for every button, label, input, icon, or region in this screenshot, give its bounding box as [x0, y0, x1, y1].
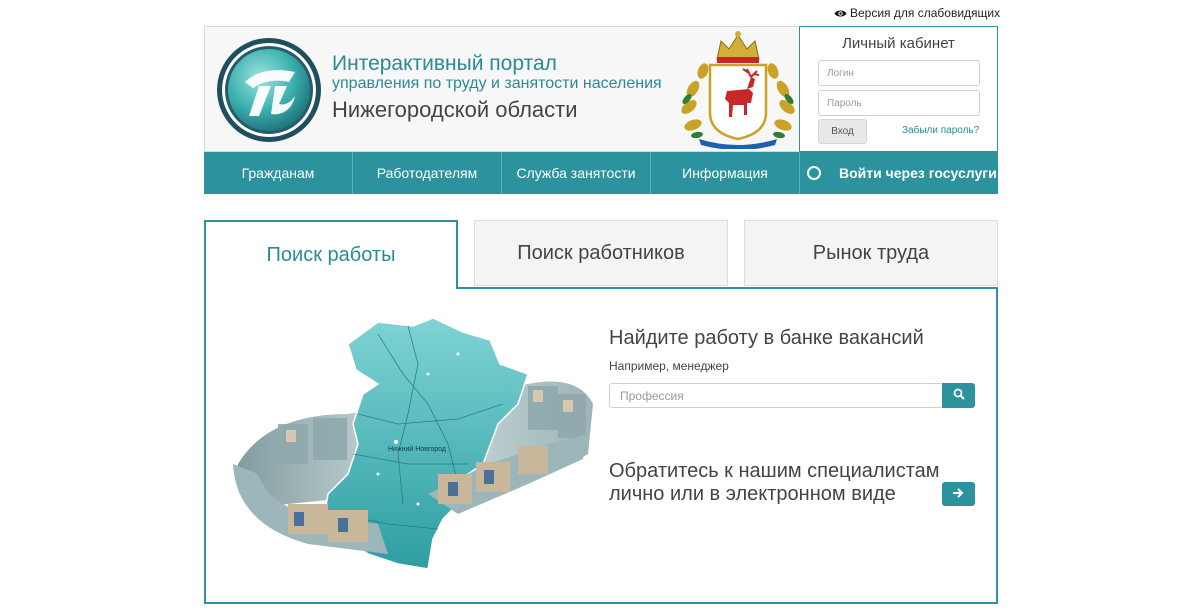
accessibility-label: Версия для слабовидящих	[850, 6, 1001, 20]
password-field[interactable]	[818, 90, 980, 116]
coat-of-arms-icon	[677, 29, 799, 150]
nav-item-employers[interactable]: Работодателям	[353, 152, 502, 194]
contact-text-line2: лично или в электронном виде	[609, 483, 896, 505]
main-nav: Гражданам Работодателям Служба занятости…	[204, 152, 998, 194]
login-panel: Личный кабинет Вход Забыли пароль?	[799, 26, 998, 152]
portal-logo[interactable]	[215, 36, 323, 144]
arrow-right-icon	[952, 485, 965, 503]
gosuslugi-label: Войти через госуслуги	[839, 165, 997, 181]
tab-worker-search[interactable]: Поиск работников	[474, 220, 728, 286]
eye-icon	[834, 9, 847, 18]
portal-title-line3: Нижегородской области	[332, 97, 578, 122]
region-map-image: Нижний Новгород	[228, 314, 600, 576]
accessibility-link[interactable]: Версия для слабовидящих	[834, 6, 1000, 20]
portal-title-line1: Интерактивный портал	[332, 52, 557, 75]
job-search-panel: Нижний Новгород Найдите работу в банке в…	[204, 287, 998, 604]
site-header: Интерактивный портал управления по труду…	[204, 26, 798, 152]
nav-item-information[interactable]: Информация	[651, 152, 800, 194]
map-city-label: Нижний Новгород	[388, 445, 446, 453]
search-hint: Например, менеджер	[609, 359, 729, 373]
search-icon	[953, 387, 965, 405]
portal-title-line2: управления по труду и занятости населени…	[332, 75, 662, 92]
login-field[interactable]	[818, 60, 980, 86]
search-button[interactable]	[942, 383, 975, 408]
gosuslugi-icon	[807, 166, 821, 180]
nav-item-employment-service[interactable]: Служба занятости	[502, 152, 651, 194]
forgot-password-link[interactable]: Забыли пароль?	[902, 125, 979, 136]
contact-specialists-button[interactable]	[942, 482, 975, 506]
login-submit-button[interactable]: Вход	[818, 119, 867, 144]
gosuslugi-login-button[interactable]: Войти через госуслуги	[800, 152, 998, 194]
profession-search-input[interactable]	[609, 383, 943, 408]
nav-item-citizens[interactable]: Гражданам	[204, 152, 353, 194]
login-title: Личный кабинет	[842, 35, 955, 52]
page: Версия для слабовидящих Интерактивный по…	[0, 0, 1200, 616]
tab-labor-market[interactable]: Рынок труда	[744, 220, 998, 286]
search-title: Найдите работу в банке вакансий	[609, 327, 924, 349]
tab-job-search[interactable]: Поиск работы	[204, 220, 458, 289]
contact-text-line1: Обратитесь к нашим специалистам	[609, 460, 940, 482]
